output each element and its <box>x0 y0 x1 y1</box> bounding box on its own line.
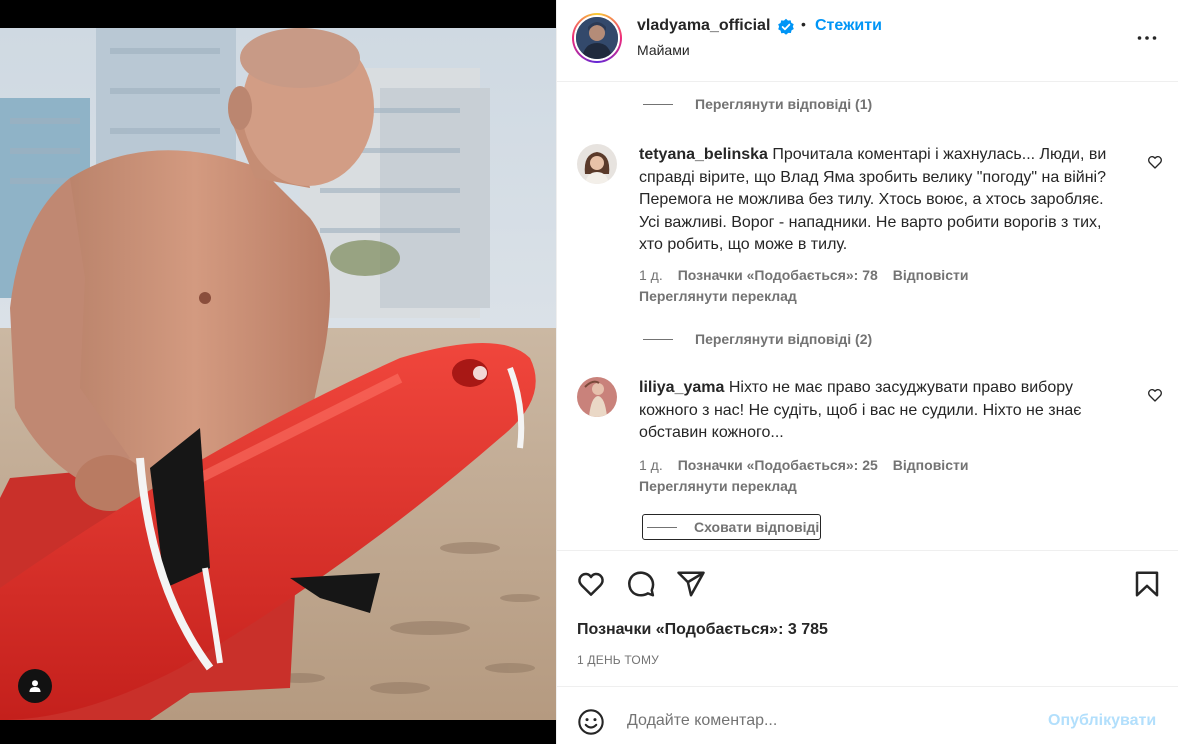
comment-icon[interactable] <box>626 569 656 599</box>
bookmark-icon[interactable] <box>1132 569 1162 599</box>
commenter-avatar[interactable] <box>577 377 617 417</box>
comment-likes-count[interactable]: Позначки «Подобається»: 25 <box>678 457 878 473</box>
comment-like-icon[interactable] <box>1147 154 1163 170</box>
reply-button[interactable]: Відповісти <box>893 457 969 473</box>
user-tag-button[interactable] <box>18 669 52 703</box>
share-icon[interactable] <box>676 569 706 599</box>
heart-icon[interactable] <box>576 569 606 599</box>
comment-body: tetyana_belinska Прочитала коментарі і ж… <box>639 144 1119 257</box>
author-avatar[interactable] <box>572 13 622 63</box>
see-translation-button[interactable]: Переглянути переклад <box>639 288 797 304</box>
post-side-panel: vladyama_official • Стежити Майами Перег… <box>556 0 1178 744</box>
comment-body: liliya_yama Ніхто не має право засуджува… <box>639 377 1119 445</box>
post-timestamp[interactable]: 1 ДЕНЬ ТОМУ <box>577 653 659 667</box>
author-avatar-image <box>576 17 618 59</box>
post-actions: Позначки «Подобається»: 3 785 1 ДЕНЬ ТОМ… <box>557 550 1178 686</box>
post-location[interactable]: Майами <box>637 42 690 58</box>
view-replies-label: Переглянути відповіді (2) <box>695 331 873 347</box>
comment-meta: 1 д. Позначки «Подобається»: 25 Відповіс… <box>639 457 983 473</box>
comment-like-icon[interactable] <box>1147 387 1163 403</box>
post-header: vladyama_official • Стежити Майами <box>557 0 1178 82</box>
commenter-avatar-image <box>577 144 617 184</box>
hide-replies-label: Сховати відповіді <box>694 519 820 535</box>
replies-divider-line <box>643 338 673 340</box>
commenter-avatar[interactable] <box>577 144 617 184</box>
follow-button[interactable]: Стежити <box>815 17 882 35</box>
comments-list[interactable]: Переглянути відповіді (1) tetyana_belins… <box>557 83 1178 549</box>
commenter-username[interactable]: tetyana_belinska <box>639 146 768 163</box>
verified-badge-icon <box>778 18 794 35</box>
reply-button[interactable]: Відповісти <box>893 267 969 283</box>
dot-separator: • <box>801 16 806 32</box>
post-likes-count[interactable]: Позначки «Подобається»: 3 785 <box>577 621 828 639</box>
post-photo[interactable] <box>0 28 556 720</box>
replies-divider-line <box>647 526 677 528</box>
comment-item: liliya_yama Ніхто не має право засуджува… <box>577 377 1177 497</box>
view-replies-label: Переглянути відповіді (1) <box>695 96 873 112</box>
comment-likes-count[interactable]: Позначки «Подобається»: 78 <box>678 267 878 283</box>
user-tag-icon <box>29 680 41 692</box>
hide-replies-button[interactable]: Сховати відповіді <box>642 514 821 540</box>
replies-divider-line <box>643 103 673 105</box>
view-replies-button[interactable]: Переглянути відповіді (1) <box>643 96 872 112</box>
comment-input[interactable] <box>627 706 1027 736</box>
view-replies-button[interactable]: Переглянути відповіді (2) <box>643 331 872 347</box>
comment-meta: 1 д. Позначки «Подобається»: 78 Відповіс… <box>639 267 983 283</box>
post-media <box>0 0 556 744</box>
commenter-avatar-image <box>577 377 617 417</box>
comment-time[interactable]: 1 д. <box>639 267 663 283</box>
publish-button[interactable]: Опублікувати <box>1048 712 1156 730</box>
emoji-icon[interactable] <box>577 708 605 736</box>
author-username[interactable]: vladyama_official <box>637 17 770 35</box>
comment-composer: Опублікувати <box>557 686 1178 744</box>
comment-item: tetyana_belinska Прочитала коментарі і ж… <box>577 144 1177 309</box>
more-horizontal-icon[interactable] <box>1135 26 1159 50</box>
lifeguard-photo <box>0 28 556 720</box>
see-translation-button[interactable]: Переглянути переклад <box>639 478 797 494</box>
comment-time[interactable]: 1 д. <box>639 457 663 473</box>
commenter-username[interactable]: liliya_yama <box>639 379 724 396</box>
